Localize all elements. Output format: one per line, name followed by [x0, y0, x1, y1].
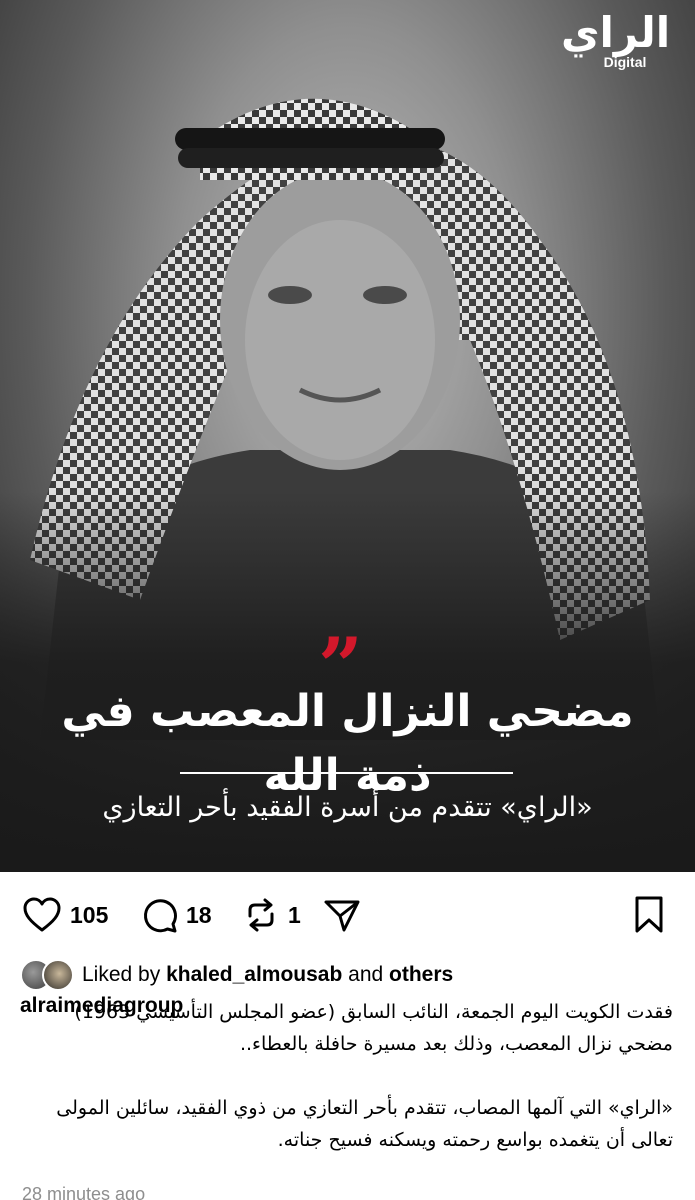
comment-bubble-icon: [140, 896, 178, 934]
brand-logo: الراي Digital: [561, 8, 671, 70]
headline-divider: [180, 772, 513, 774]
heart-icon: [22, 896, 62, 934]
repost-button[interactable]: 1: [242, 894, 301, 936]
likes-summary[interactable]: Liked by khaled_almousab and others: [20, 958, 453, 992]
bookmark-icon: [632, 895, 666, 935]
liker-avatars: [20, 959, 76, 991]
action-bar: 105 18 1: [0, 880, 695, 950]
caption-paragraph: فقدت الكويت اليوم الجمعة، النائب السابق …: [74, 1001, 673, 1055]
caption: فقدت الكويت اليوم الجمعة، النائب السابق …: [20, 996, 673, 1156]
subheadline: «الراي» تتقدم من أسرة الفقيد بأحر التعاز…: [102, 792, 593, 823]
like-button[interactable]: 105: [22, 894, 108, 936]
repost-icon: [242, 896, 280, 934]
repost-count: 1: [288, 901, 301, 928]
comment-count: 18: [186, 901, 212, 928]
paper-plane-icon: [322, 896, 362, 934]
caption-paragraph: «الراي» التي آلمها المصاب، تتقدم بأحر ال…: [56, 1097, 673, 1151]
like-count: 105: [70, 901, 109, 928]
likes-text: Liked by khaled_almousab and others: [82, 963, 453, 987]
post-image[interactable]: الراي Digital ” مضحي النزال المعصب في ذم…: [0, 0, 695, 872]
liker-username[interactable]: khaled_almousab: [166, 963, 342, 986]
comment-button[interactable]: 18: [140, 894, 212, 936]
likes-prefix: Liked by: [82, 963, 161, 986]
save-button[interactable]: [632, 894, 666, 936]
brand-wordmark: الراي: [561, 8, 671, 57]
share-button[interactable]: [322, 894, 362, 936]
likes-others-link[interactable]: others: [389, 963, 453, 986]
post-timestamp: 28 minutes ago: [22, 1184, 146, 1200]
likes-and: and: [348, 963, 384, 986]
avatar: [42, 959, 74, 991]
